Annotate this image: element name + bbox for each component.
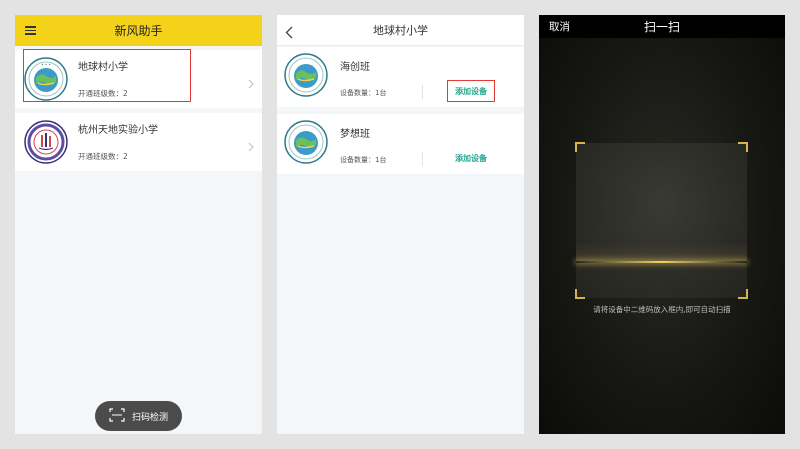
- scan-hint: 请将设备中二维码放入框内,即可自动扫描: [593, 305, 731, 314]
- school-logo-icon: [284, 120, 328, 168]
- app-title: 新风助手: [114, 24, 163, 38]
- frame-corner: [738, 142, 748, 152]
- class-name: 梦想班: [340, 129, 370, 140]
- add-device-button[interactable]: 添加设备: [447, 147, 495, 169]
- add-device-button[interactable]: 添加设备: [447, 80, 495, 102]
- frame-corner: [575, 289, 585, 299]
- school-item-tiandi[interactable]: 杭州天地实验小学 开通班级数：2: [15, 113, 262, 171]
- page-header: 地球村小学: [277, 15, 524, 46]
- scan-icon: [109, 407, 125, 425]
- scan-check-button[interactable]: 扫码检测: [95, 401, 182, 431]
- app-header: 新风助手: [15, 15, 262, 46]
- scan-line: [576, 261, 747, 263]
- highlight-box: [23, 49, 191, 102]
- camera-view: 请将设备中二维码放入框内,即可自动扫描: [539, 38, 785, 434]
- cancel-button[interactable]: 取消: [549, 19, 570, 34]
- scanner-title: 扫一扫: [643, 20, 680, 34]
- scanner-screen: 取消 扫一扫 请将设备中二维码放入框内,即可自动扫描: [539, 15, 785, 434]
- chevron-right-icon: [248, 137, 254, 156]
- scanner-header: 取消 扫一扫: [539, 15, 785, 38]
- scan-frame: [575, 142, 748, 299]
- frame-corner: [575, 142, 585, 152]
- school-logo-icon: [284, 53, 328, 101]
- class-name: 海创班: [340, 62, 370, 73]
- scan-line-glow: [576, 243, 747, 261]
- scan-check-label: 扫码检测: [131, 412, 168, 423]
- school-list-screen: 新风助手 • • • 地球村小学 开通班级数：2 杭州天地实验小学 开通班级数：…: [15, 15, 262, 434]
- divider: [422, 85, 423, 99]
- divider: [422, 152, 423, 166]
- school-logo-icon: [24, 120, 68, 168]
- frame-corner: [738, 289, 748, 299]
- page-title: 地球村小学: [373, 24, 428, 37]
- school-name: 杭州天地实验小学: [78, 125, 158, 136]
- school-class-count: 开通班级数：2: [78, 152, 128, 161]
- class-list-screen: 地球村小学 海创班 设备数量：1台 添加设备 梦想班 设备数量：1台 添加设备: [277, 15, 524, 434]
- class-item-haichuang[interactable]: 海创班 设备数量：1台 添加设备: [277, 47, 524, 107]
- device-count: 设备数量：1台: [340, 156, 387, 164]
- device-count: 设备数量：1台: [340, 89, 387, 97]
- chevron-right-icon: [248, 74, 254, 93]
- menu-icon[interactable]: [25, 26, 36, 35]
- class-item-mengxiang[interactable]: 梦想班 设备数量：1台 添加设备: [277, 114, 524, 174]
- back-arrow-icon[interactable]: [285, 24, 293, 43]
